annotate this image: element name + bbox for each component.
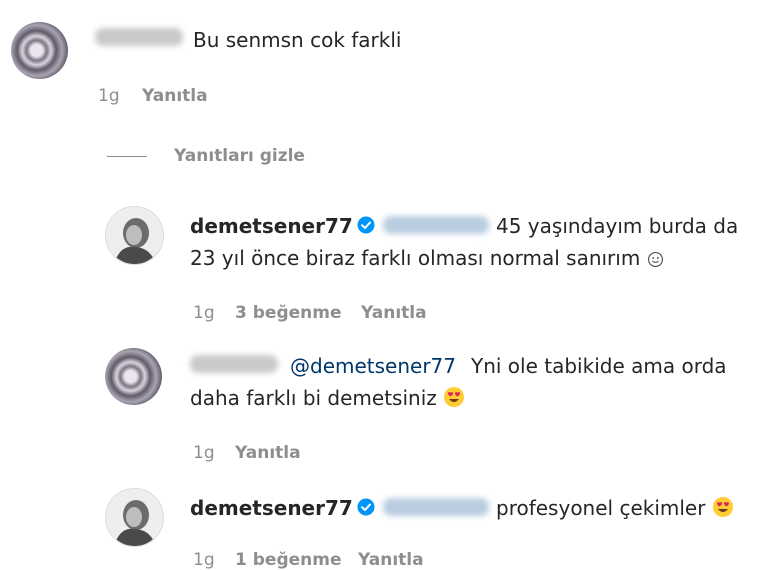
verified-badge-icon: [357, 498, 375, 516]
comment-time: 1g: [193, 550, 215, 570]
comment-text: profesyonel çekimler: [496, 496, 734, 520]
reply-button[interactable]: Yanıtla: [361, 303, 427, 323]
likes-count[interactable]: 1 beğenme: [235, 550, 342, 570]
comment-text-line1: 45 yaşındayım burda da: [496, 214, 739, 238]
profile-photo-icon: [106, 207, 163, 264]
blurred-mention: [383, 498, 489, 516]
hide-replies-button[interactable]: Yanıtları gizle: [174, 146, 305, 166]
comment-time: 1g: [98, 86, 120, 106]
reply-button[interactable]: Yanıtla: [142, 86, 208, 106]
heart-eyes-emoji-icon: [444, 387, 465, 407]
comment-time: 1g: [193, 303, 215, 323]
avatar[interactable]: [11, 22, 68, 79]
blurred-username: [190, 355, 278, 373]
username[interactable]: demetsener77: [190, 214, 353, 238]
heart-eyes-emoji-icon: [712, 497, 733, 517]
likes-count[interactable]: 3 beğenme: [235, 303, 342, 323]
avatar[interactable]: [105, 206, 164, 265]
smile-emoji-icon: [647, 251, 663, 268]
hide-replies-line: [107, 156, 147, 157]
comment-text-line2: 23 yıl önce biraz farklı olması normal s…: [190, 246, 664, 270]
comment-text: Bu senmsn cok farkli: [193, 28, 402, 52]
blurred-username: [95, 28, 183, 46]
blurred-mention: [383, 216, 489, 234]
comment-text-line2: daha farklı bi demetsiniz: [190, 386, 465, 410]
verified-badge-icon: [357, 216, 375, 234]
profile-photo-icon: [106, 489, 163, 546]
mention-link[interactable]: @demetsener77: [290, 354, 456, 378]
avatar[interactable]: [105, 348, 162, 405]
reply-button[interactable]: Yanıtla: [235, 443, 301, 463]
reply-button[interactable]: Yanıtla: [358, 550, 424, 570]
username[interactable]: demetsener77: [190, 496, 353, 520]
comment-text-line1: Yni ole tabikide ama orda: [471, 354, 727, 378]
comment-time: 1g: [193, 443, 215, 463]
avatar[interactable]: [105, 488, 164, 547]
